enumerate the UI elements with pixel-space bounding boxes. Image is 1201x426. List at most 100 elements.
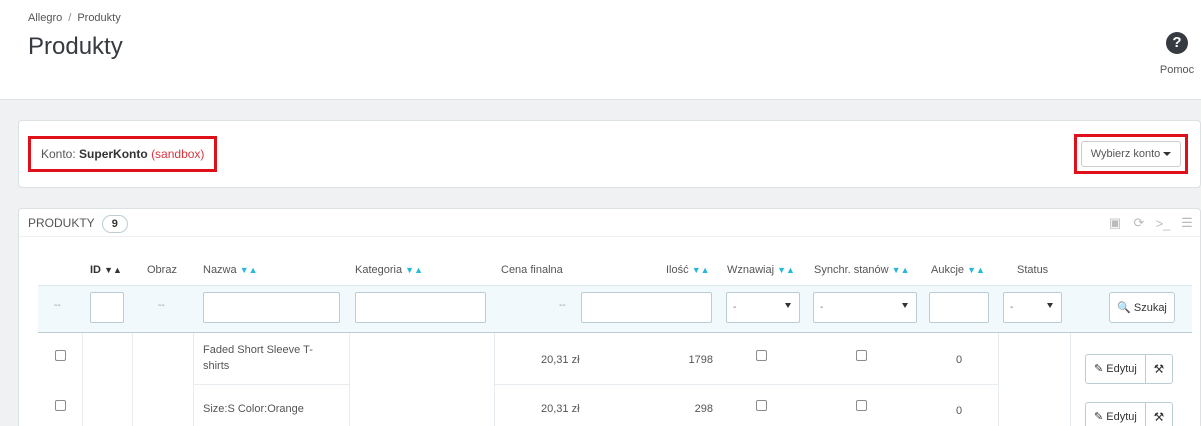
row-divider <box>495 384 998 385</box>
database-icon[interactable]: ☰ <box>1178 214 1196 232</box>
sql-query-icon[interactable]: >_ <box>1154 214 1172 232</box>
renew-checkbox[interactable] <box>756 400 767 411</box>
column-header-quantity[interactable]: Ilość ▼▲ <box>666 264 710 276</box>
product-price: 20,31 zł <box>541 403 580 415</box>
sort-arrows-icon[interactable]: ▼▲ <box>104 265 122 275</box>
filter-renew-value: - <box>733 302 737 313</box>
help-label: Pomoc <box>1159 64 1195 76</box>
products-title: PRODUKTY 9 <box>28 215 128 233</box>
select-arrow-icon <box>1047 303 1053 308</box>
choose-account-label: Wybierz konto <box>1090 148 1161 160</box>
sort-arrows-icon[interactable]: ▼▲ <box>892 265 910 275</box>
breadcrumb-separator: / <box>68 12 72 24</box>
sync-stock-checkbox[interactable] <box>856 400 867 411</box>
breadcrumb: Allegro / Produkty <box>28 12 121 24</box>
product-quantity: 298 <box>694 403 713 415</box>
sync-stock-checkbox[interactable] <box>856 350 867 361</box>
page-title: Produkty <box>28 33 123 60</box>
product-name: Size:S Color:Orange <box>203 403 304 415</box>
column-auctions-label: Aukcje <box>931 264 965 276</box>
column-header-status: Status <box>1017 264 1049 276</box>
renew-checkbox[interactable] <box>756 350 767 361</box>
product-price: 20,31 zł <box>541 354 580 366</box>
column-renew-label: Wznawiaj <box>727 264 775 276</box>
column-header-id[interactable]: ID ▼▲ <box>90 264 122 276</box>
column-header-renew[interactable]: Wznawiaj ▼▲ <box>727 264 795 276</box>
products-count-badge: 9 <box>101 215 128 233</box>
filter-status-select[interactable]: - <box>1003 292 1062 323</box>
breadcrumb-allegro[interactable]: Allegro <box>28 12 62 24</box>
pencil-icon: ✎ <box>1094 411 1104 423</box>
choose-account-button[interactable]: Wybierz konto <box>1081 141 1181 167</box>
sort-arrows-icon[interactable]: ▼▲ <box>692 265 710 275</box>
column-divider <box>1070 333 1071 426</box>
product-name: Faded Short Sleeve T-shirts <box>203 344 313 372</box>
filter-name-input[interactable] <box>203 292 340 323</box>
pencil-icon: ✎ <box>1094 363 1104 375</box>
refresh-icon[interactable]: ⟳ <box>1130 214 1148 232</box>
gavel-icon[interactable]: ⚒ <box>1146 403 1172 426</box>
column-divider <box>82 333 83 426</box>
column-divider <box>494 333 495 426</box>
page-header: Allegro / Produkty Produkty ? Pomoc <box>0 0 1201 100</box>
product-auctions: 0 <box>956 354 963 366</box>
breadcrumb-current: Produkty <box>77 12 121 24</box>
edit-button[interactable]: ✎ Edytuj <box>1086 403 1146 426</box>
search-icon: 🔍 <box>1117 302 1131 314</box>
account-prefix: Konto: <box>41 147 76 161</box>
column-header-category[interactable]: Kategoria ▼▲ <box>355 264 423 276</box>
filter-category-input[interactable] <box>355 292 486 323</box>
column-divider <box>998 333 999 426</box>
sort-arrows-icon[interactable]: ▼▲ <box>777 265 795 275</box>
filter-quantity-input[interactable] <box>581 292 712 323</box>
select-arrow-icon <box>902 303 908 308</box>
column-header-name[interactable]: Nazwa ▼▲ <box>203 264 258 276</box>
row-divider <box>194 384 349 385</box>
account-name: SuperKonto <box>79 147 148 161</box>
list-toolbar: ▣ ⟳ >_ ☰ <box>1106 214 1196 232</box>
filter-status-value: - <box>1010 302 1014 313</box>
search-button[interactable]: 🔍 Szukaj <box>1109 292 1175 323</box>
row-actions: ✎ Edytuj ⚒ <box>1085 354 1173 384</box>
column-quantity-label: Ilość <box>666 264 689 276</box>
filter-id-input[interactable] <box>90 292 124 323</box>
sort-arrows-icon[interactable]: ▼▲ <box>405 265 423 275</box>
filter-empty-image: -- <box>158 300 165 311</box>
filter-sync-stock-value: - <box>820 302 824 313</box>
sort-arrows-icon[interactable]: ▼▲ <box>967 265 985 275</box>
caret-down-icon <box>1163 152 1172 157</box>
filter-auctions-input[interactable] <box>929 292 989 323</box>
product-quantity: 1798 <box>688 354 713 366</box>
edit-label: Edytuj <box>1106 411 1137 423</box>
account-info: Konto: SuperKonto (sandbox) <box>28 136 218 172</box>
products-panel-header: PRODUKTY 9 ▣ ⟳ >_ ☰ <box>19 209 1200 237</box>
column-id-label: ID <box>90 264 101 276</box>
column-divider <box>349 333 350 426</box>
export-icon[interactable]: ▣ <box>1106 214 1124 232</box>
column-sync-stock-label: Synchr. stanów <box>814 264 889 276</box>
edit-label: Edytuj <box>1106 363 1137 375</box>
gavel-icon[interactable]: ⚒ <box>1146 355 1172 383</box>
column-header-auctions[interactable]: Aukcje ▼▲ <box>931 264 985 276</box>
filter-empty-price: -- <box>559 300 566 311</box>
column-header-image: Obraz <box>147 264 177 276</box>
row-actions: ✎ Edytuj ⚒ <box>1085 402 1173 426</box>
row-select-checkbox[interactable] <box>55 400 66 411</box>
help-button[interactable]: ? Pomoc <box>1153 32 1201 76</box>
column-header-final-price: Cena finalna <box>501 264 563 276</box>
row-select-checkbox[interactable] <box>55 350 66 361</box>
account-select-highlight: Wybierz konto <box>1074 134 1188 174</box>
question-circle-icon: ? <box>1166 32 1188 54</box>
account-mode-badge: (sandbox) <box>151 147 205 161</box>
filter-sync-stock-select[interactable]: - <box>813 292 917 323</box>
products-panel: PRODUKTY 9 ▣ ⟳ >_ ☰ ID ▼▲ Obraz Nazwa ▼▲… <box>18 208 1201 426</box>
sort-arrows-icon[interactable]: ▼▲ <box>240 265 258 275</box>
products-title-text: PRODUKTY <box>28 216 95 230</box>
filter-empty-checkbox: -- <box>54 300 61 311</box>
filter-renew-select[interactable]: - <box>726 292 800 323</box>
column-category-label: Kategoria <box>355 264 403 276</box>
select-arrow-icon <box>785 303 791 308</box>
column-header-sync-stock[interactable]: Synchr. stanów ▼▲ <box>814 264 909 276</box>
search-button-label: Szukaj <box>1133 302 1167 314</box>
edit-button[interactable]: ✎ Edytuj <box>1086 355 1146 383</box>
